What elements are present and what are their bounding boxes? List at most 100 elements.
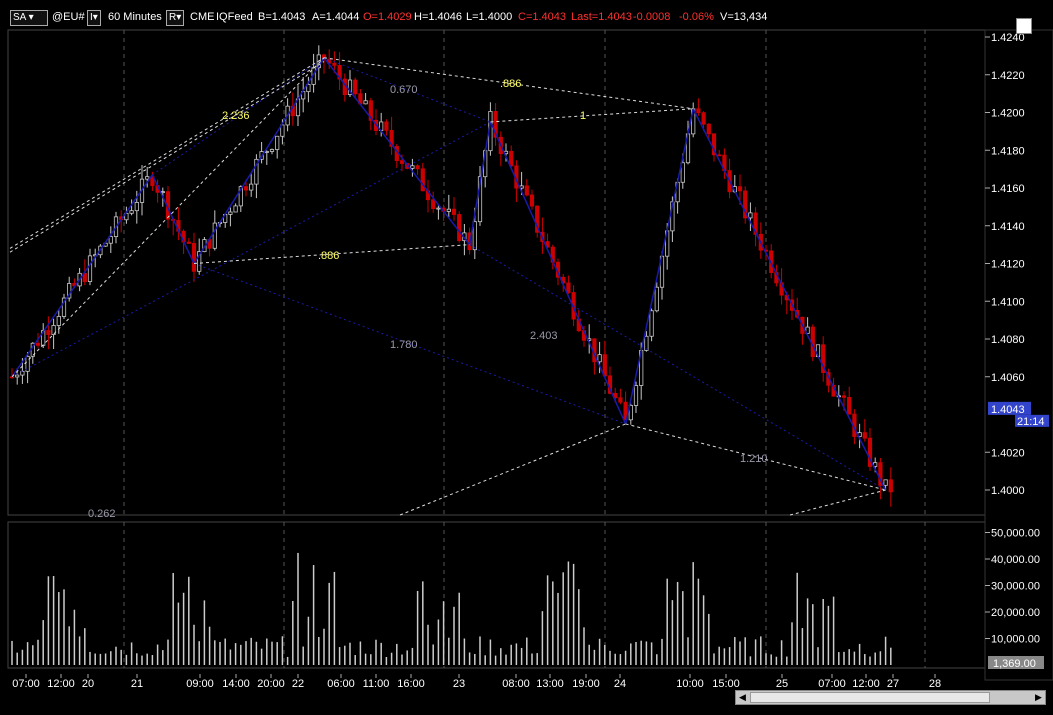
time-tick-label: 28 [929,678,941,690]
candle-body [883,479,888,486]
candle-body [363,100,368,105]
candle-body [134,202,139,212]
candle-body [748,212,753,219]
price-tick-label: 1.4220 [991,70,1025,82]
time-tick-label: 19:00 [572,678,600,690]
candle-body [717,154,722,157]
fib-ratio-label: .886 [318,250,339,262]
fib-ratio-label: 0.670 [390,84,418,96]
price-tick-label: 1.4000 [991,485,1025,497]
time-tick-label: 13:00 [536,678,564,690]
volume-panel [7,521,986,669]
candle-body [87,255,93,282]
candle-body [264,151,269,153]
candle-body [737,186,743,192]
volume-tick-label: 40,000.00 [991,554,1040,566]
fib-ratio-label: 1.210 [740,453,768,465]
candle-body [644,335,649,351]
price-tick-label: 1.4160 [991,183,1025,195]
candle-body [249,183,254,191]
price-tick-label: 1.4080 [991,334,1025,346]
candle-body [410,165,415,169]
candle-body [847,396,852,415]
time-tick-label: 06:00 [327,678,355,690]
candle-body [701,112,706,125]
candle-body [269,149,275,152]
time-tick-label: 08:00 [502,678,530,690]
candle-body [618,397,623,403]
candle-body [888,479,893,493]
candle-body [35,342,41,346]
fib-ratio-label: .886 [500,78,521,90]
candle-body [602,354,607,377]
candle-body [841,395,847,398]
time-tick-label: 10:00 [676,678,704,690]
chart-canvas: 2.236 0.670 .886 1 .886 1.780 2.403 1.210 0.262 1… [7,29,1053,690]
volume-tick-label: 50,000.00 [991,528,1040,540]
candle-body [706,123,711,135]
candle-body [160,191,165,193]
time-tick-label: 25 [776,678,788,690]
time-tick-label: 15:00 [712,678,740,690]
candle-body [9,376,15,379]
price-tick-label: 1.4100 [991,296,1025,308]
price-panel [7,29,986,516]
candle-body [696,108,701,114]
candle-body [597,354,602,363]
candle-body [191,243,197,272]
candle-body [275,135,280,150]
time-tick-label: 27 [887,678,899,690]
fib-ratio-label: 2.403 [530,330,558,342]
candle-body [457,214,462,242]
price-tick-label: 1.4020 [991,447,1025,459]
candle-body [649,310,654,337]
time-tick-label: 24 [614,678,626,690]
candle-body [446,208,451,212]
candle-body [451,208,457,215]
candle-body [524,185,529,196]
candle-body [431,199,436,209]
fib-ratio-label: 0.262 [88,508,116,520]
price-tick-label: 1.4060 [991,372,1025,384]
candle-body [384,121,389,131]
price-tick-label: 1.4180 [991,145,1025,157]
scroll-left-icon[interactable]: ◀ [736,691,749,704]
candle-body [129,210,134,214]
horizontal-scrollbar[interactable]: ◀ ▶ [735,690,1046,705]
candle-body [212,222,217,249]
candle-body [332,62,337,66]
countdown-label: 21:14 [1017,416,1045,428]
candle-body [420,168,425,192]
price-tick-label: 1.4200 [991,108,1025,120]
candle-body [529,194,535,207]
time-tick-label: 09:00 [186,678,214,690]
time-tick-label: 23 [453,678,465,690]
volume-tick-label: 30,000.00 [991,581,1040,593]
scroll-right-icon[interactable]: ▶ [1032,691,1045,704]
candle-body [233,205,238,213]
time-tick-label: 22 [292,678,304,690]
candle-body [46,330,51,335]
candle-body [472,221,477,251]
settings-icon[interactable] [1016,18,1032,34]
scroll-thumb[interactable] [750,692,990,703]
time-tick-label: 11:00 [363,678,390,690]
candle-body [353,79,358,95]
candle-body [399,160,405,164]
volume-tick-label: 20,000.00 [991,607,1040,619]
time-tick-label: 20:00 [257,678,285,690]
candle-body [186,241,191,244]
time-tick-label: 07:00 [818,678,846,690]
candle-body [145,176,150,180]
fib-ratio-label: 1 [580,110,586,122]
price-tick-label: 1.4140 [991,221,1025,233]
last-price-label: 1.4043 [991,404,1025,416]
volume-tick-label: 10,000.00 [991,634,1040,646]
candle-body [633,385,639,406]
time-tick-label: 20 [82,678,94,690]
time-tick-label: 07:00 [12,678,40,690]
time-tick-label: 12:00 [47,678,75,690]
time-tick-label: 21 [131,678,143,690]
current-volume-label: 1,369.00 [993,658,1036,670]
candle-body [566,282,571,293]
